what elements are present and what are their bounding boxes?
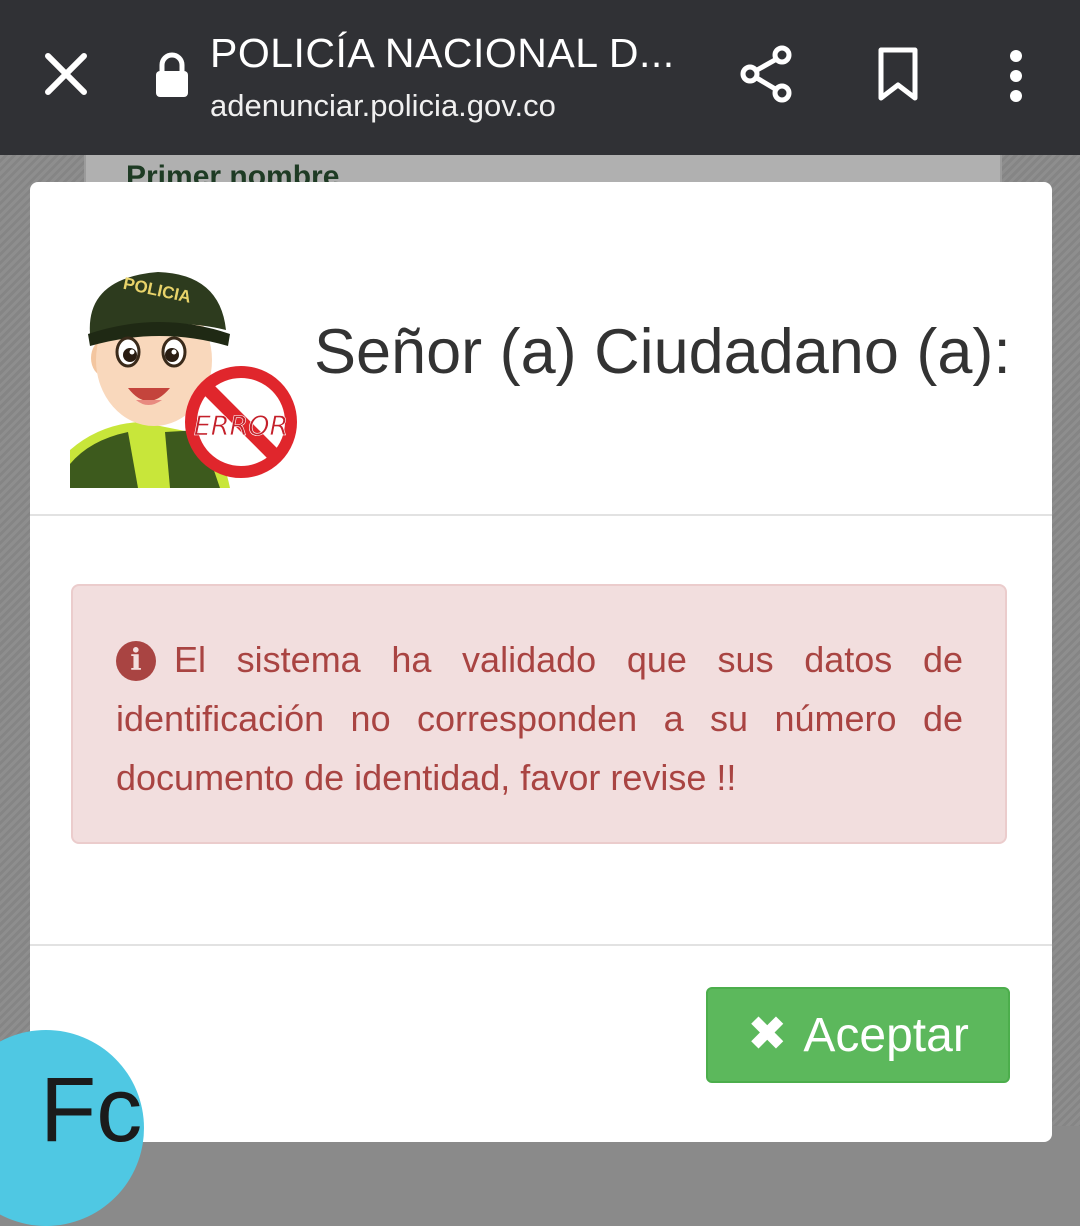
accept-button-label: Aceptar (803, 1008, 969, 1062)
lock-icon (152, 52, 192, 98)
close-icon (45, 53, 87, 95)
modal-footer (30, 944, 1052, 946)
browser-toolbar: POLICÍA NACIONAL D... adenunciar.policia… (0, 0, 1080, 155)
accept-button[interactable]: ✖ Aceptar (706, 987, 1010, 1083)
overflow-menu-button[interactable] (996, 44, 1036, 108)
close-tab-button[interactable] (36, 44, 96, 104)
error-modal: POLICIA ERROR Señor (a) Ciudadano (a): i… (30, 182, 1052, 1142)
info-circle-icon: i (116, 641, 156, 681)
bookmark-button[interactable] (872, 44, 924, 104)
share-icon (740, 45, 792, 103)
page-url[interactable]: adenunciar.policia.gov.co (210, 88, 556, 124)
share-button[interactable] (737, 44, 797, 104)
alert-message: El sistema ha validado que sus datos de … (116, 639, 963, 798)
floating-chat-button[interactable]: Fc (0, 1030, 144, 1226)
svg-text:ERROR: ERROR (194, 411, 289, 442)
more-vert-icon (1010, 50, 1022, 102)
times-icon: ✖ (747, 1008, 788, 1061)
floating-button-text: Fc (40, 1059, 143, 1161)
modal-header: POLICIA ERROR Señor (a) Ciudadano (a): (30, 182, 1052, 516)
bookmark-icon (878, 47, 918, 101)
police-error-avatar: POLICIA ERROR (70, 272, 297, 488)
modal-title: Señor (a) Ciudadano (a): (314, 317, 1011, 387)
avatar-error-text: ERROR (193, 411, 289, 443)
error-alert: i El sistema ha validado que sus datos de… (71, 584, 1007, 844)
page-title: POLICÍA NACIONAL D... (210, 30, 675, 76)
